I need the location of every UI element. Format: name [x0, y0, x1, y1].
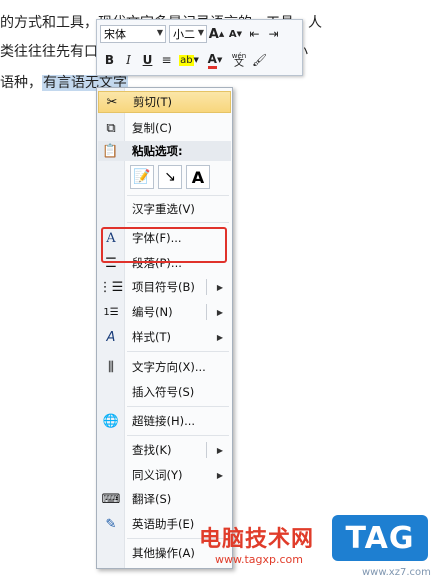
document-line-3-prefix: 语种， [0, 75, 42, 91]
menu-item-lookup-label: 查找(K) [132, 443, 172, 457]
format-painter-button[interactable]: 🖌 [250, 50, 269, 70]
menu-separator [127, 351, 229, 352]
center-align-icon: ≡ [161, 53, 172, 67]
copy-icon: ⧉ [106, 120, 116, 136]
grow-font-icon: A [208, 26, 219, 42]
increase-indent-button[interactable]: ⇥ [264, 24, 283, 44]
paste-keep-formatting-icon: 📝 [133, 169, 151, 185]
phonetic-guide-button[interactable]: wén 文 [228, 50, 250, 70]
menu-item-styles[interactable]: A 样式(T) ▶ [98, 326, 231, 348]
menu-item-insert-symbol[interactable]: 插入符号(S) [98, 381, 231, 403]
submenu-arrow-icon[interactable]: ▶ [217, 308, 223, 317]
menu-item-text-direction[interactable]: ⫼ 文字方向(X)... [98, 356, 231, 378]
menu-item-reconvert-label: 汉字重选(V) [132, 202, 195, 216]
menu-item-copy[interactable]: ⧉ 复制(C) [98, 117, 231, 139]
font-name-value: 宋体 [104, 28, 126, 41]
font-name-combo[interactable]: 宋体 ▼ [100, 25, 166, 43]
chevron-down-icon: ▼ [197, 28, 204, 37]
menu-separator [127, 222, 229, 223]
menu-separator [127, 195, 229, 196]
menu-item-insert-symbol-label: 插入符号(S) [132, 385, 195, 399]
menu-item-lookup[interactable]: 查找(K) ▶ [98, 439, 231, 461]
bullet-list-icon: ⋮☰ [98, 279, 124, 295]
translate-icon: ⌨ [101, 491, 121, 507]
paste-text-only-icon: A [191, 167, 205, 187]
text-direction-icon: ⫼ [108, 359, 114, 375]
menu-item-cut-label: 剪切(T) [133, 95, 172, 109]
tag-logo-text: TAG [345, 520, 415, 556]
menu-item-synonyms-label: 同义词(Y) [132, 468, 183, 482]
shrink-font-icon: A [228, 28, 237, 40]
paste-merge-formatting-button[interactable]: ↘ [158, 165, 182, 189]
menu-item-numbering-label: 编号(N) [132, 305, 173, 319]
english-assistant-icon: ✎ [105, 516, 117, 532]
submenu-arrow-icon: ▶ [216, 470, 223, 480]
highlighter-icon: ab [179, 54, 194, 66]
menu-item-translate[interactable]: ⌨ 翻译(S) [98, 488, 231, 510]
mini-toolbar: 宋体 ▼ 小二 ▼ A ▲ A ▼ ⇤ ⇥ B I U ≡ ab ▼ A ▼ wén 文 … [96, 19, 303, 76]
font-size-value: 小二 [173, 28, 195, 41]
menu-item-translate-label: 翻译(S) [132, 492, 172, 506]
menu-item-styles-label: 样式(T) [132, 330, 171, 344]
submenu-arrow-icon: ▶ [216, 332, 223, 342]
shrink-font-button[interactable]: A ▼ [226, 24, 245, 44]
paste-keep-formatting-button[interactable]: 📝 [130, 165, 154, 189]
chevron-down-icon: ▼ [156, 28, 163, 37]
menu-item-synonyms[interactable]: 同义词(Y) ▶ [98, 464, 231, 486]
menu-item-hyperlink[interactable]: 🌐 超链接(H)... [98, 410, 231, 432]
watermark-url: www.tagxp.com [215, 553, 303, 566]
scissors-icon: ✂ [106, 94, 118, 110]
italic-button[interactable]: I [119, 50, 138, 70]
menu-separator [127, 435, 229, 436]
menu-item-copy-label: 复制(C) [132, 121, 173, 135]
submenu-arrow-icon[interactable]: ▶ [217, 446, 223, 455]
menu-item-english-assist-label: 英语助手(E) [132, 517, 195, 531]
decrease-indent-icon: ⇤ [249, 27, 260, 41]
split-divider [206, 304, 207, 320]
watermark-small-url: www.xz7.com [362, 567, 431, 578]
font-color-icon: A [207, 52, 217, 69]
decrease-indent-button[interactable]: ⇤ [245, 24, 264, 44]
paste-text-only-button[interactable]: A [186, 165, 210, 189]
split-divider [206, 279, 207, 295]
tag-logo: TAG [332, 515, 428, 561]
underline-button[interactable]: U [138, 50, 157, 70]
menu-item-reconvert[interactable]: 汉字重选(V) [98, 198, 231, 220]
highlight-box [101, 227, 227, 263]
grow-font-button[interactable]: A ▲ [207, 24, 226, 44]
split-divider [206, 442, 207, 458]
styles-icon: A [106, 329, 116, 345]
font-size-combo[interactable]: 小二 ▼ [169, 25, 207, 43]
center-align-button[interactable]: ≡ [157, 50, 176, 70]
watermark-site-name: 电脑技术网 [199, 527, 315, 552]
context-menu: ✂ 剪切(T) ⧉ 复制(C) 📋 粘贴选项: 📝 ↘ A 汉字重选(V) A … [96, 87, 233, 569]
clipboard-icon: 📋 [102, 143, 119, 159]
increase-indent-icon: ⇥ [268, 27, 279, 41]
bold-button[interactable]: B [100, 50, 119, 70]
menu-item-numbering[interactable]: 1☰ 编号(N) ▶ [98, 301, 231, 323]
paste-options-label: 粘贴选项: [132, 144, 183, 158]
menu-item-bullets-label: 项目符号(B) [132, 280, 195, 294]
menu-separator [127, 406, 229, 407]
menu-item-cut[interactable]: ✂ 剪切(T) [98, 91, 231, 113]
numbered-list-icon: 1☰ [103, 306, 119, 318]
hyperlink-globe-icon: 🌐 [102, 413, 120, 429]
paintbrush-icon: 🖌 [251, 53, 268, 67]
menu-item-text-direction-label: 文字方向(X)... [132, 360, 206, 374]
menu-item-other-actions-label: 其他操作(A) [132, 546, 195, 560]
paste-options-header: 📋 粘贴选项: [98, 141, 231, 161]
menu-item-hyperlink-label: 超链接(H)... [132, 414, 196, 428]
font-color-button[interactable]: A ▼ [202, 50, 228, 70]
submenu-arrow-icon[interactable]: ▶ [217, 283, 223, 292]
menu-item-bullets[interactable]: ⋮☰ 项目符号(B) ▶ [98, 276, 231, 298]
paste-merge-formatting-icon: ↘ [164, 169, 176, 185]
highlight-color-button[interactable]: ab ▼ [176, 50, 202, 70]
